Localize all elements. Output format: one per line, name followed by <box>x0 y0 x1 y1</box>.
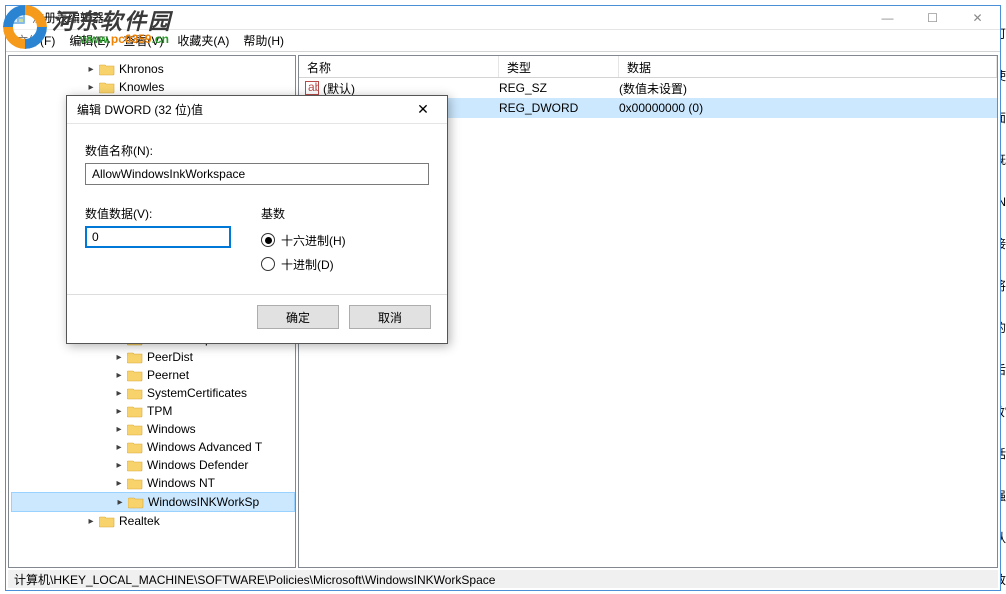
statusbar: 计算机\HKEY_LOCAL_MACHINE\SOFTWARE\Policies… <box>8 570 998 588</box>
tree-expand-icon[interactable] <box>111 439 127 455</box>
edit-dword-dialog: 编辑 DWORD (32 位)值 ✕ 数值名称(N): 数值数据(V): 基数 … <box>66 95 448 344</box>
value-data-field[interactable] <box>85 226 231 248</box>
cell-type: REG_SZ <box>499 81 619 95</box>
tree-item-label: WindowsINKWorkSp <box>148 495 259 509</box>
tree-expand-icon[interactable] <box>83 79 99 95</box>
tree-item[interactable]: Windows Advanced T <box>11 438 295 456</box>
tree-item-label: Windows <box>147 422 196 436</box>
tree-item-label: Khronos <box>119 62 164 76</box>
dialog-titlebar[interactable]: 编辑 DWORD (32 位)值 ✕ <box>67 96 447 124</box>
tree-expand-icon[interactable] <box>111 403 127 419</box>
dialog-title: 编辑 DWORD (32 位)值 <box>77 101 409 118</box>
ok-button[interactable]: 确定 <box>257 305 339 329</box>
tree-expand-icon[interactable] <box>83 513 99 529</box>
tree-expand-icon[interactable] <box>111 349 127 365</box>
menubar: 文件(F) 编辑(E) 查看(V) 收藏夹(A) 帮助(H) <box>6 30 1000 52</box>
close-button[interactable]: ✕ <box>955 6 1000 30</box>
menu-edit[interactable]: 编辑(E) <box>69 32 109 49</box>
dialog-close-button[interactable]: ✕ <box>409 96 437 124</box>
menu-favorites[interactable]: 收藏夹(A) <box>177 32 229 49</box>
window-title: 注册表编辑器 <box>32 9 996 26</box>
col-type[interactable]: 类型 <box>499 56 619 77</box>
cell-name: (默认) <box>323 80 355 97</box>
tree-item-label: Knowles <box>119 80 164 94</box>
titlebar[interactable]: 注册表编辑器 — ☐ ✕ <box>6 6 1000 30</box>
tree-item-label: Windows Advanced T <box>147 440 262 454</box>
tree-item[interactable]: SystemCertificates <box>11 384 295 402</box>
tree-expand-icon[interactable] <box>111 457 127 473</box>
tree-item-label: Windows NT <box>147 476 215 490</box>
tree-item[interactable]: Windows Defender <box>11 456 295 474</box>
tree-item-label: TPM <box>147 404 172 418</box>
tree-expand-icon[interactable] <box>112 494 128 510</box>
base-label: 基数 <box>261 205 346 222</box>
cell-data: 0x00000000 (0) <box>619 101 991 115</box>
maximize-button[interactable]: ☐ <box>910 6 955 30</box>
value-data-label: 数值数据(V): <box>85 205 231 222</box>
tree-item-label: SystemCertificates <box>147 386 247 400</box>
tree-expand-icon[interactable] <box>111 421 127 437</box>
menu-help[interactable]: 帮助(H) <box>243 32 284 49</box>
cancel-button[interactable]: 取消 <box>349 305 431 329</box>
tree-expand-icon[interactable] <box>83 61 99 77</box>
tree-item-label: PeerDist <box>147 350 193 364</box>
menu-view[interactable]: 查看(V) <box>123 32 163 49</box>
tree-item[interactable]: Windows <box>11 420 295 438</box>
radio-dec-icon <box>261 257 275 271</box>
tree-item[interactable]: TPM <box>11 402 295 420</box>
tree-item-label: Windows Defender <box>147 458 248 472</box>
tree-item-label: Realtek <box>119 514 160 528</box>
cell-data: (数值未设置) <box>619 80 991 97</box>
menu-file[interactable]: 文件(F) <box>16 32 55 49</box>
radio-hex[interactable]: 十六进制(H) <box>261 228 346 252</box>
regedit-icon <box>10 10 26 26</box>
minimize-button[interactable]: — <box>865 6 910 30</box>
radio-hex-icon <box>261 233 275 247</box>
col-data[interactable]: 数据 <box>619 56 997 77</box>
radio-dec[interactable]: 十进制(D) <box>261 252 346 276</box>
tree-expand-icon[interactable] <box>111 385 127 401</box>
tree-item[interactable]: WindowsINKWorkSp <box>11 492 295 512</box>
value-name-field[interactable] <box>85 163 429 185</box>
tree-item-label: Peernet <box>147 368 189 382</box>
tree-item[interactable]: Peernet <box>11 366 295 384</box>
tree-expand-icon[interactable] <box>111 367 127 383</box>
col-name[interactable]: 名称 <box>299 56 499 77</box>
tree-item[interactable]: Windows NT <box>11 474 295 492</box>
tree-item[interactable]: PeerDist <box>11 348 295 366</box>
value-name-label: 数值名称(N): <box>85 142 429 159</box>
tree-item[interactable]: Knowles <box>11 78 295 96</box>
radio-dec-label: 十进制(D) <box>281 256 334 273</box>
tree-item[interactable]: Realtek <box>11 512 295 530</box>
tree-expand-icon[interactable] <box>111 475 127 491</box>
radio-hex-label: 十六进制(H) <box>281 232 346 249</box>
cell-type: REG_DWORD <box>499 101 619 115</box>
list-header[interactable]: 名称 类型 数据 <box>299 56 997 78</box>
svg-text:ab: ab <box>308 81 319 94</box>
tree-item[interactable]: Khronos <box>11 60 295 78</box>
